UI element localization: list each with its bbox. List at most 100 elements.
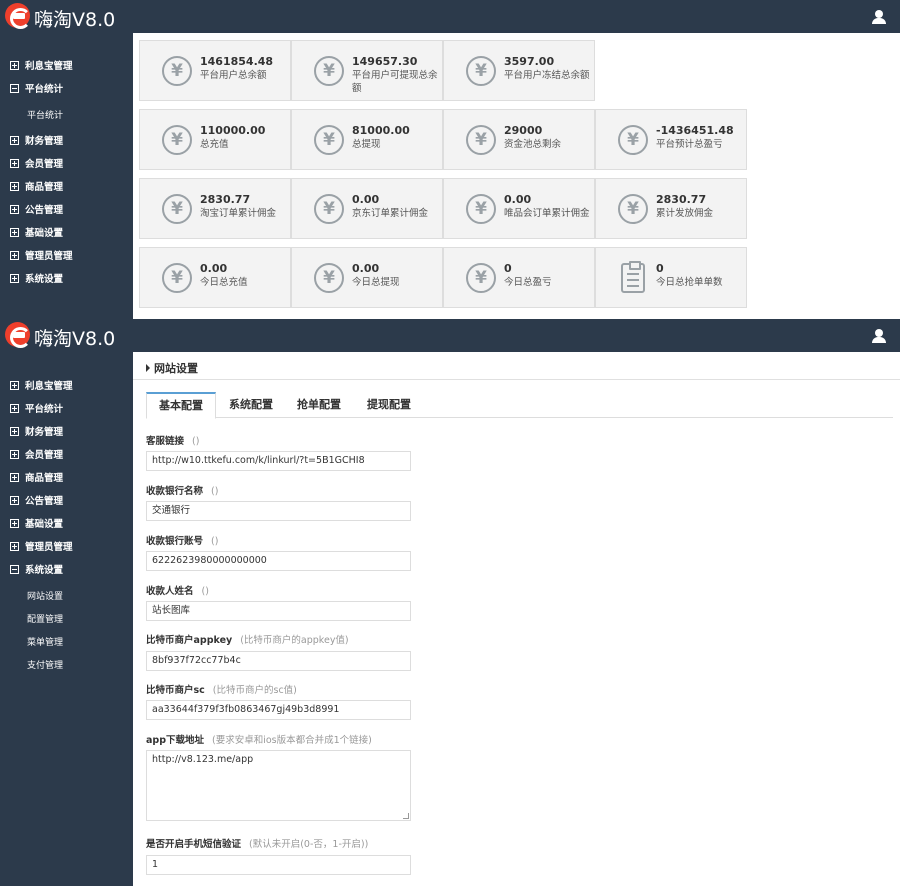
sms-verify-input[interactable]: 1 <box>146 855 411 875</box>
nav-item-basic[interactable]: 基础设置 <box>10 225 63 241</box>
stat-label: 今日总盈亏 <box>504 277 552 288</box>
stat-value: 81000.00 <box>352 124 410 137</box>
label-hint: () <box>211 536 219 547</box>
yuan-icon: ¥ <box>466 125 496 155</box>
tab-withdraw[interactable]: 提现配置 <box>356 392 422 418</box>
nav-label: 系统设置 <box>25 565 64 576</box>
nav-item-members[interactable]: 会员管理 <box>10 447 63 463</box>
yuan-icon: ¥ <box>162 263 192 293</box>
expand-icon <box>10 251 19 260</box>
nav-item-goods[interactable]: 商品管理 <box>10 179 63 195</box>
brand-title: 嗨淘V8.0 <box>34 328 116 350</box>
nav-item-admin[interactable]: 管理员管理 <box>10 248 73 264</box>
expand-icon <box>10 159 19 168</box>
label-text: 收款银行名称 <box>146 486 204 497</box>
stat-value: 0 <box>656 262 664 275</box>
payee-name-input[interactable]: 站长图库 <box>146 601 411 621</box>
nav-item-finance[interactable]: 财务管理 <box>10 424 63 440</box>
nav-item-stats[interactable]: 平台统计 <box>10 401 63 417</box>
stat-tile: ¥149657.30 平台用户可提现总余额 <box>291 40 443 101</box>
app-download-textarea[interactable]: http://v8.123.me/app <box>146 750 411 821</box>
collapse-icon <box>10 84 19 93</box>
nav-label: 商品管理 <box>25 473 64 484</box>
stat-label: 总充值 <box>200 139 229 150</box>
expand-icon <box>10 496 19 505</box>
yuan-icon: ¥ <box>314 263 344 293</box>
page-title: 网站设置 <box>146 360 198 376</box>
nav-item-basic[interactable]: 基础设置 <box>10 516 63 532</box>
btc-sc-input[interactable]: aa33644f379f3fb0863467gj49b3d8991 <box>146 700 411 720</box>
service-link-input[interactable]: http://w10.ttkefu.com/k/linkurl/?t=5B1GC… <box>146 451 411 471</box>
user-icon[interactable] <box>872 329 886 343</box>
bank-name-input[interactable]: 交通银行 <box>146 501 411 521</box>
stat-tile: ¥81000.00 总提现 <box>291 109 443 170</box>
nav-item-stats[interactable]: 平台统计 <box>10 81 63 97</box>
label-hint: (比特币商户的sc值) <box>212 685 297 696</box>
nav-item-interest[interactable]: 利息宝管理 <box>10 58 73 74</box>
nav-item-notice[interactable]: 公告管理 <box>10 493 63 509</box>
nav-label: 平台统计 <box>25 404 64 415</box>
btc-appkey-input[interactable]: 8bf937f72cc77b4c <box>146 651 411 671</box>
page-title-text: 网站设置 <box>154 362 198 375</box>
stat-value: -1436451.48 <box>656 124 734 137</box>
nav-item-notice[interactable]: 公告管理 <box>10 202 63 218</box>
user-icon[interactable] <box>872 10 886 24</box>
expand-icon <box>10 274 19 283</box>
bank-account-input[interactable]: 6222623980000000000 <box>146 551 411 571</box>
field-label: 收款人姓名 () <box>146 583 209 597</box>
nav-item-finance[interactable]: 财务管理 <box>10 133 63 149</box>
stat-value: 0.00 <box>504 193 532 206</box>
expand-icon <box>10 228 19 237</box>
subnav-item-config[interactable]: 配置管理 <box>27 612 63 625</box>
expand-icon <box>10 61 19 70</box>
expand-icon <box>10 519 19 528</box>
tab-system[interactable]: 系统配置 <box>218 392 284 418</box>
field-label: 收款银行名称 () <box>146 483 218 497</box>
expand-icon <box>10 381 19 390</box>
nav-item-system[interactable]: 系统设置 <box>10 562 63 578</box>
subnav-item-site[interactable]: 网站设置 <box>27 589 63 602</box>
subnav-item-payment[interactable]: 支付管理 <box>27 658 63 671</box>
nav-label: 公告管理 <box>25 496 64 507</box>
statistics-screen: 嗨淘V8.0 利息宝管理 平台统计 平台统计 财务管理 会员管理 商品管理 公告… <box>0 0 900 319</box>
stat-label: 平台用户总余额 <box>200 70 267 81</box>
yuan-icon: ¥ <box>314 194 344 224</box>
nav-item-members[interactable]: 会员管理 <box>10 156 63 172</box>
nav-label: 会员管理 <box>25 159 64 170</box>
subnav-item-menu[interactable]: 菜单管理 <box>27 635 63 648</box>
label-hint: () <box>201 586 209 597</box>
label-hint: (默认未开启(0-否，1-开启)) <box>249 839 369 850</box>
stat-value: 0.00 <box>352 193 380 206</box>
nav-item-goods[interactable]: 商品管理 <box>10 470 63 486</box>
logo-icon <box>5 322 31 348</box>
nav-label: 平台统计 <box>25 84 64 95</box>
stat-tile: ¥0 今日总盈亏 <box>443 247 595 308</box>
divider <box>133 379 900 380</box>
collapse-icon <box>10 565 19 574</box>
label-text: 客服链接 <box>146 436 185 447</box>
nav-item-interest[interactable]: 利息宝管理 <box>10 378 73 394</box>
tab-basic[interactable]: 基本配置 <box>146 392 216 419</box>
stat-label: 今日总抢单单数 <box>656 277 723 288</box>
stat-label: 淘宝订单累计佣金 <box>200 208 277 219</box>
stat-value: 29000 <box>504 124 543 137</box>
stat-tile: ¥0.00 京东订单累计佣金 <box>291 178 443 239</box>
stat-value: 3597.00 <box>504 55 555 68</box>
stat-value: 0.00 <box>352 262 380 275</box>
stat-label: 唯品会订单累计佣金 <box>504 208 590 219</box>
stat-label: 今日总充值 <box>200 277 248 288</box>
stat-tile: ¥0.00 唯品会订单累计佣金 <box>443 178 595 239</box>
clipboard-icon <box>621 261 645 293</box>
field-label: app下载地址 (要求安卓和ios版本都合并成1个链接) <box>146 732 372 746</box>
tab-grab[interactable]: 抢单配置 <box>286 392 352 418</box>
nav-label: 利息宝管理 <box>25 381 73 392</box>
nav-item-system[interactable]: 系统设置 <box>10 271 63 287</box>
subnav-item-stats[interactable]: 平台统计 <box>27 108 63 121</box>
tab-bar: 基本配置 系统配置 抢单配置 提现配置 <box>146 392 893 419</box>
nav-item-admin[interactable]: 管理员管理 <box>10 539 73 555</box>
expand-icon <box>10 182 19 191</box>
resize-handle-icon[interactable] <box>403 813 409 819</box>
yuan-icon: ¥ <box>466 263 496 293</box>
label-text: 收款银行账号 <box>146 536 204 547</box>
stat-label: 今日总提现 <box>352 277 400 288</box>
